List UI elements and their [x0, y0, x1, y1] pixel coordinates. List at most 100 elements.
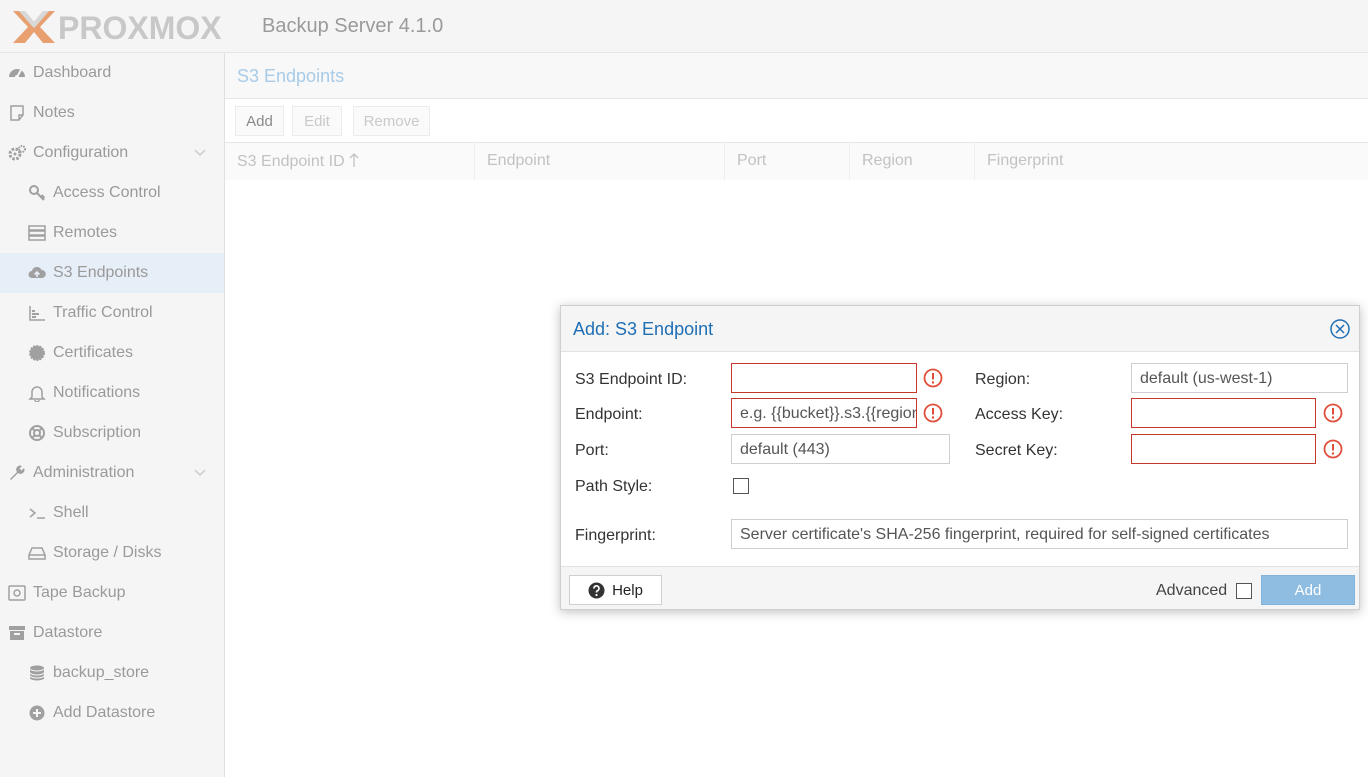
svg-text:PROXMOX: PROXMOX: [58, 10, 222, 46]
sidebar-item-subscription[interactable]: Subscription: [0, 413, 224, 453]
region-label: Region:: [975, 371, 1031, 388]
dialog-footer: Help Advanced Add: [561, 566, 1359, 609]
endpoint-id-label: S3 Endpoint ID:: [575, 371, 688, 388]
sidebar-item-label: Storage / Disks: [53, 544, 162, 561]
error-icon: [923, 368, 943, 388]
column-fingerprint[interactable]: Fingerprint: [975, 143, 1368, 180]
error-icon: [923, 403, 943, 423]
column-endpoint[interactable]: Endpoint: [475, 143, 725, 180]
sidebar-item-shell[interactable]: Shell: [0, 493, 224, 533]
edit-button[interactable]: Edit: [292, 106, 342, 136]
secret-key-input[interactable]: [1131, 434, 1316, 464]
sidebar-item-tape-backup[interactable]: Tape Backup: [0, 573, 224, 613]
chevron-down-icon[interactable]: [194, 149, 206, 157]
sidebar-item-label: Remotes: [53, 224, 118, 241]
sidebar-item-configuration[interactable]: Configuration: [0, 133, 224, 173]
sidebar-item-label: S3 Endpoints: [53, 264, 149, 281]
sidebar-item-label: Administration: [33, 464, 135, 481]
support-icon: [28, 424, 46, 442]
path-style-checkbox[interactable]: [733, 478, 749, 494]
sidebar-item-access-control[interactable]: Access Control: [0, 173, 224, 213]
sidebar-item-label: Datastore: [33, 624, 103, 641]
sidebar-item-backup-store[interactable]: backup_store: [0, 653, 224, 693]
fingerprint-label: Fingerprint:: [575, 527, 656, 544]
port-input[interactable]: default (443): [731, 434, 950, 464]
cloud-upload-icon: [28, 264, 46, 282]
fingerprint-input[interactable]: Server certificate's SHA-256 fingerprint…: [731, 519, 1348, 549]
sidebar-item-traffic-control[interactable]: Traffic Control: [0, 293, 224, 333]
error-icon: [1323, 439, 1343, 459]
dialog-header: Add: S3 Endpoint: [561, 306, 1359, 352]
key-icon: [28, 184, 46, 202]
path-style-label: Path Style:: [575, 478, 653, 495]
sidebar-item-label: Notifications: [53, 384, 141, 401]
column-region[interactable]: Region: [850, 143, 975, 180]
dashboard-icon: [8, 64, 26, 82]
sidebar-item-notes[interactable]: Notes: [0, 93, 224, 133]
close-icon[interactable]: [1329, 318, 1351, 340]
server-icon: [28, 224, 46, 242]
sidebar-item-label: Shell: [53, 504, 89, 521]
add-button[interactable]: Add: [235, 106, 284, 136]
plus-circle-icon: [28, 704, 46, 722]
sidebar-item-label: Traffic Control: [53, 304, 153, 321]
sidebar-item-label: Certificates: [53, 344, 134, 361]
sidebar-item-administration[interactable]: Administration: [0, 453, 224, 493]
database-icon: [28, 664, 46, 682]
help-button[interactable]: Help: [569, 575, 662, 605]
sidebar-navigation: Dashboard Notes Configuration Access Con…: [0, 53, 225, 777]
bell-icon: [28, 384, 46, 402]
endpoint-input[interactable]: e.g. {{bucket}}.s3.{{region}}.amazonaws.…: [731, 398, 917, 428]
sidebar-item-label: Dashboard: [33, 64, 112, 81]
sidebar-item-notifications[interactable]: Notifications: [0, 373, 224, 413]
wrench-icon: [8, 464, 26, 482]
tape-icon: [8, 584, 26, 602]
column-s3-endpoint-id[interactable]: S3 Endpoint ID: [225, 143, 475, 180]
help-button-label: Help: [612, 581, 643, 599]
add-submit-button[interactable]: Add: [1261, 575, 1355, 605]
proxmox-logo[interactable]: PROXMOX: [10, 8, 254, 46]
archive-icon: [8, 624, 26, 642]
endpoint-id-input[interactable]: [731, 363, 917, 393]
gears-icon: [8, 144, 26, 162]
add-s3-endpoint-dialog: Add: S3 Endpoint S3 Endpoint ID: Endpoin…: [560, 305, 1360, 610]
sidebar-item-label: Configuration: [33, 144, 129, 161]
secret-key-label: Secret Key:: [975, 442, 1058, 459]
dialog-title: Add: S3 Endpoint: [573, 319, 714, 339]
access-key-label: Access Key:: [975, 406, 1064, 423]
advanced-checkbox[interactable]: [1236, 583, 1252, 599]
remove-button[interactable]: Remove: [353, 106, 430, 136]
terminal-icon: [28, 504, 46, 522]
question-circle-icon: [588, 582, 605, 598]
grid-header: S3 Endpoint ID Endpoint Port Region Fing…: [225, 143, 1368, 180]
sidebar-item-label: Tape Backup: [33, 584, 126, 601]
hdd-icon: [28, 544, 46, 562]
note-icon: [8, 104, 26, 122]
sidebar-item-label: Add Datastore: [53, 704, 156, 721]
sidebar-item-s3-endpoints[interactable]: S3 Endpoints: [0, 253, 224, 293]
sidebar-item-label: Subscription: [53, 424, 142, 441]
error-icon: [1323, 403, 1343, 423]
advanced-label: Advanced: [1156, 582, 1228, 599]
toolbar: Add Edit Remove: [225, 99, 1368, 143]
column-port[interactable]: Port: [725, 143, 850, 180]
sidebar-item-certificates[interactable]: Certificates: [0, 333, 224, 373]
app-header: PROXMOX Backup Server 4.1.0: [0, 0, 1368, 53]
sidebar-item-label: Access Control: [53, 184, 161, 201]
certificate-icon: [28, 344, 46, 362]
product-name: Backup Server 4.1.0: [262, 15, 444, 37]
sidebar-item-dashboard[interactable]: Dashboard: [0, 53, 224, 93]
sidebar-item-label: Notes: [33, 104, 75, 121]
sidebar-item-datastore[interactable]: Datastore: [0, 613, 224, 653]
sidebar-item-remotes[interactable]: Remotes: [0, 213, 224, 253]
region-input[interactable]: default (us-west-1): [1131, 363, 1348, 393]
endpoint-label: Endpoint:: [575, 406, 643, 423]
sidebar-item-label: backup_store: [53, 664, 150, 681]
chevron-down-icon[interactable]: [194, 469, 206, 477]
sidebar-item-storage-disks[interactable]: Storage / Disks: [0, 533, 224, 573]
port-label: Port:: [575, 442, 609, 459]
sidebar-item-add-datastore[interactable]: Add Datastore: [0, 693, 224, 733]
page-title: S3 Endpoints: [225, 53, 1368, 99]
sort-ascending-icon: [349, 153, 359, 167]
access-key-input[interactable]: [1131, 398, 1316, 428]
